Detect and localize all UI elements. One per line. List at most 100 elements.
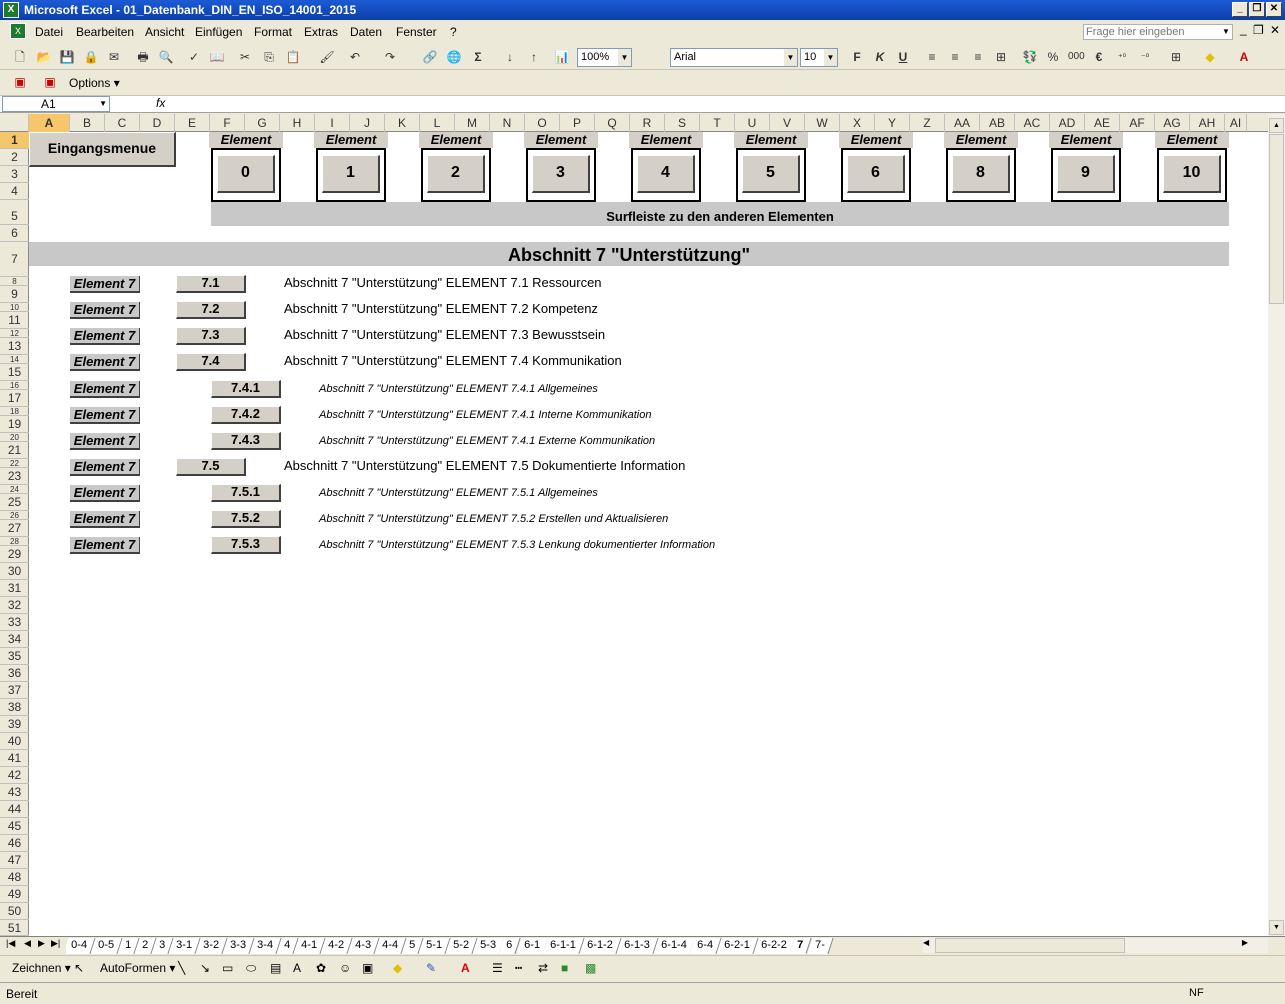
decrease-decimal-icon[interactable]: ⁻⁰ [1137, 49, 1153, 65]
row-header[interactable]: 10 [0, 303, 29, 312]
row-header[interactable]: 17 [0, 390, 29, 407]
autosum-icon[interactable]: Σ [470, 49, 486, 65]
element-7-tag[interactable]: Element 7 [70, 276, 140, 293]
draw-menu-button[interactable]: Zeichnen ▾ [12, 961, 71, 975]
column-header-l[interactable]: L [420, 114, 455, 132]
element-2-button[interactable]: 2 [427, 155, 485, 193]
merge-center-icon[interactable]: ⊞ [993, 49, 1009, 65]
row-header[interactable]: 14 [0, 355, 29, 364]
column-header-i[interactable]: I [315, 114, 350, 132]
column-header-z[interactable]: Z [910, 114, 945, 132]
column-header-n[interactable]: N [490, 114, 525, 132]
column-header-h[interactable]: H [280, 114, 315, 132]
row-header[interactable]: 25 [0, 494, 29, 511]
underline-button[interactable]: U [895, 49, 911, 65]
macro-icon[interactable]: ▣ [42, 74, 58, 90]
sort-desc-icon[interactable]: ↑ [526, 49, 542, 65]
row-header[interactable]: 26 [0, 511, 29, 520]
column-header-t[interactable]: T [700, 114, 735, 132]
percent-button[interactable]: % [1045, 49, 1061, 65]
column-header-c[interactable]: C [105, 114, 140, 132]
column-header-ag[interactable]: AG [1155, 114, 1190, 132]
menu-bearbeiten[interactable]: Bearbeiten [76, 25, 134, 39]
section-7-4-3-button[interactable]: 7.4.3 [211, 432, 281, 450]
element-6-button[interactable]: 6 [847, 155, 905, 193]
next-sheet-icon[interactable]: ▶ [38, 938, 45, 949]
row-header[interactable]: 11 [0, 312, 29, 329]
align-center-icon[interactable]: ≡ [947, 49, 963, 65]
column-header-ab[interactable]: AB [980, 114, 1015, 132]
spelling-icon[interactable]: ✓ [186, 49, 202, 65]
row-header[interactable]: 20 [0, 433, 29, 442]
row-header[interactable]: 51 [0, 920, 29, 936]
zoom-select[interactable]: 100% ▼ [577, 48, 632, 67]
options-menu-button[interactable]: Options ▾ [65, 73, 124, 93]
fill-color-icon[interactable]: ◆ [1202, 49, 1218, 65]
undo-icon[interactable]: ↶ [347, 49, 363, 65]
euro-button[interactable]: € [1091, 49, 1107, 65]
column-header-u[interactable]: U [735, 114, 770, 132]
print-icon[interactable]: 🖶 [135, 49, 151, 65]
sheet-tab[interactable]: 7- [806, 938, 833, 954]
arrow-style-icon[interactable]: ⇄ [538, 961, 548, 975]
new-file-icon[interactable]: 🗋 [12, 49, 28, 65]
row-header[interactable]: 42 [0, 767, 29, 784]
align-right-icon[interactable]: ≡ [970, 49, 986, 65]
row-header[interactable]: 40 [0, 733, 29, 750]
column-header-ad[interactable]: AD [1050, 114, 1085, 132]
redo-icon[interactable]: ↷ [382, 49, 398, 65]
row-header[interactable]: 32 [0, 597, 29, 614]
sheet-tab[interactable]: 6-2-1 [716, 938, 759, 954]
element-7-tag[interactable]: Element 7 [70, 328, 140, 345]
element-0-button[interactable]: 0 [217, 155, 275, 193]
row-header[interactable]: 47 [0, 852, 29, 869]
autoshapes-button[interactable]: AutoFormen ▾ [100, 961, 175, 975]
row-header[interactable]: 50 [0, 903, 29, 920]
element-7-tag[interactable]: Element 7 [70, 511, 140, 528]
rectangle-icon[interactable]: ▭ [222, 961, 233, 975]
row-header[interactable]: 16 [0, 381, 29, 390]
row-header[interactable]: 36 [0, 665, 29, 682]
research-icon[interactable]: 📖 [209, 49, 225, 65]
save-icon[interactable]: 💾 [59, 49, 75, 65]
element-7-tag[interactable]: Element 7 [70, 302, 140, 319]
column-header-f[interactable]: F [210, 114, 245, 132]
column-header-b[interactable]: B [70, 114, 105, 132]
workbook-icon[interactable]: X [10, 23, 26, 39]
format-painter-icon[interactable]: 🖌 [319, 49, 335, 65]
bold-button[interactable]: F [849, 49, 865, 65]
menu-daten[interactable]: Daten [350, 25, 382, 39]
element-5-button[interactable]: 5 [742, 155, 800, 193]
doc-minimize-icon[interactable]: _ [1240, 22, 1247, 36]
section-7-5-3-button[interactable]: 7.5.3 [211, 536, 281, 554]
column-header-p[interactable]: P [560, 114, 595, 132]
column-header-e[interactable]: E [175, 114, 210, 132]
row-header[interactable]: 2 [0, 149, 29, 166]
element-10-button[interactable]: 10 [1163, 155, 1221, 193]
column-header-j[interactable]: J [350, 114, 385, 132]
fill-color-icon[interactable]: ◆ [393, 961, 402, 975]
element-7-tag[interactable]: Element 7 [70, 354, 140, 371]
copy-icon[interactable]: ⎘ [261, 49, 277, 65]
element-7-tag[interactable]: Element 7 [70, 485, 140, 502]
sheet-tab[interactable]: 6-1-3 [616, 938, 659, 954]
vertical-scrollbar[interactable]: ▲ ▼ [1268, 114, 1285, 936]
row-header[interactable]: 41 [0, 750, 29, 767]
row-header[interactable]: 43 [0, 784, 29, 801]
shadow-icon[interactable]: ■ [561, 961, 568, 975]
name-box[interactable]: A1 ▼ [2, 96, 110, 112]
help-dropdown-icon[interactable]: ▼ [1222, 27, 1230, 36]
column-header-af[interactable]: AF [1120, 114, 1155, 132]
row-header[interactable]: 6 [0, 225, 29, 242]
italic-button[interactable]: K [872, 49, 888, 65]
worksheet-grid[interactable]: Eingangsmenue Element 0 Element 1 Element 2 El… [29, 132, 1268, 936]
email-icon[interactable]: ✉ [106, 49, 122, 65]
row-header[interactable]: 44 [0, 801, 29, 818]
3d-icon[interactable]: ▩ [585, 961, 596, 975]
row-header[interactable]: 8 [0, 277, 29, 286]
section-7-5-1-button[interactable]: 7.5.1 [211, 484, 281, 502]
section-7-4-1-button[interactable]: 7.4.1 [211, 380, 281, 398]
font-color-icon[interactable]: A [461, 961, 470, 975]
column-header-d[interactable]: D [140, 114, 175, 132]
section-7-1-button[interactable]: 7.1 [176, 275, 246, 293]
